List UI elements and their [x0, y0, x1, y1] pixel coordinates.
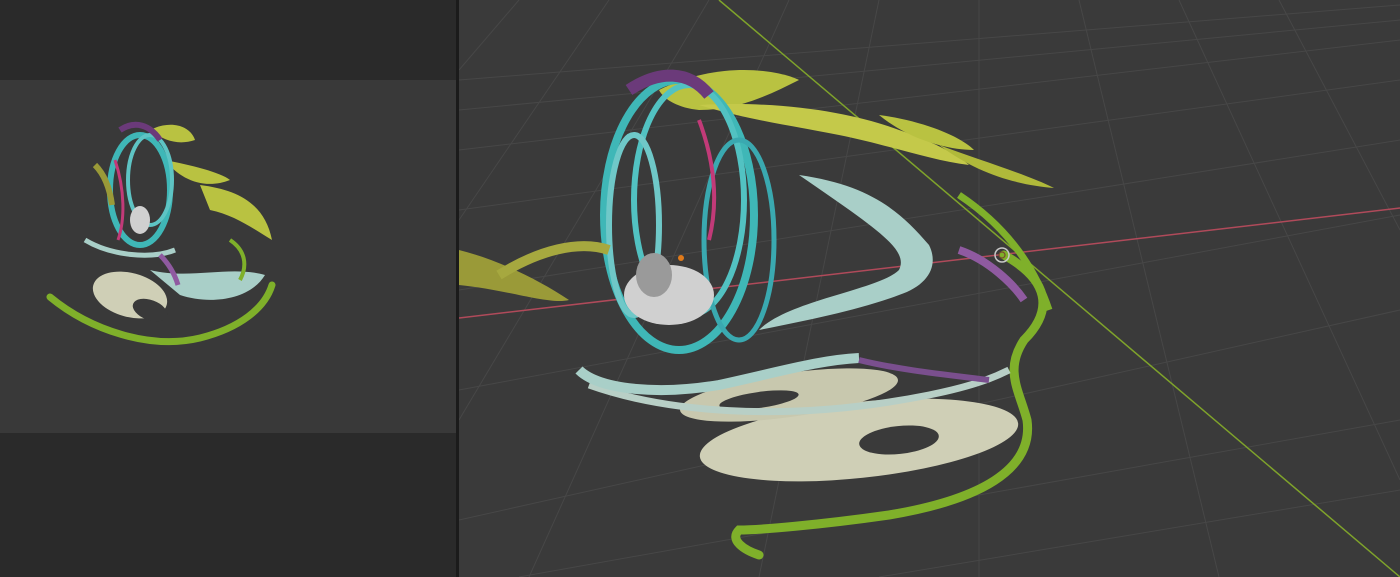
camera-view-frame[interactable] — [0, 80, 456, 433]
origin-dot — [678, 255, 684, 261]
3d-viewport[interactable] — [459, 0, 1400, 577]
viewport-grid — [459, 0, 1400, 577]
app-window — [0, 0, 1400, 577]
camera-preview-render — [46, 121, 276, 345]
viewport-scene — [459, 0, 1400, 577]
y-axis-line — [718, 0, 1400, 577]
camera-preview-panel[interactable] — [0, 0, 456, 577]
